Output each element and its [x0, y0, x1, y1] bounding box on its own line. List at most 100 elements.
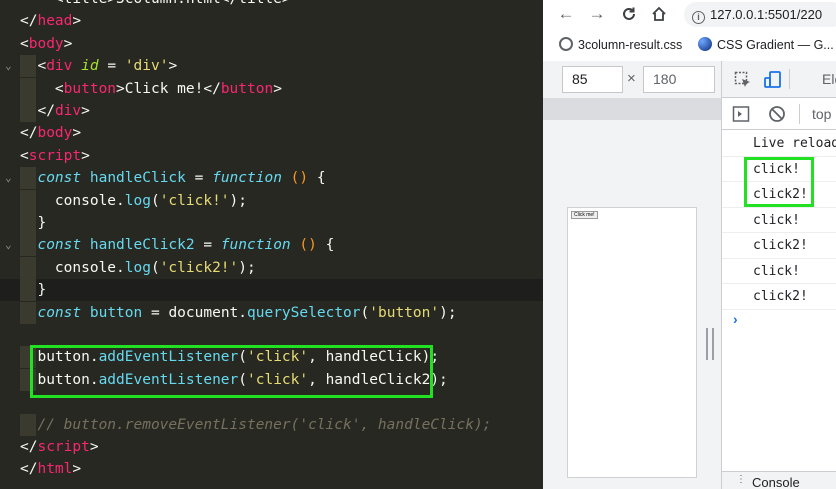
- code-line[interactable]: </script>: [0, 436, 543, 458]
- code-line[interactable]: </div>: [0, 100, 543, 122]
- code-token: head: [37, 13, 73, 30]
- code-text: const button = document.querySelector('b…: [20, 302, 456, 324]
- bookmarks-bar: 3column-result.css CSS Gradient — G...: [543, 29, 836, 61]
- code-token: log: [124, 259, 151, 276]
- code-line[interactable]: <button>Click me!</button>: [0, 77, 543, 100]
- code-token: >: [89, 439, 99, 455]
- device-toolbar-icon[interactable]: [763, 70, 783, 90]
- click-me-button[interactable]: Click me!: [571, 211, 598, 219]
- reload-icon: [623, 7, 635, 20]
- code-token: =: [194, 237, 221, 254]
- drawer-tab-console[interactable]: Console: [752, 475, 800, 489]
- code-text: console.log('click!');: [20, 190, 247, 212]
- code-token: </: [20, 461, 38, 478]
- code-token: button: [220, 80, 274, 97]
- context-selector[interactable]: top: [812, 106, 831, 122]
- fold-chevron-icon[interactable]: ⌄: [5, 167, 12, 189]
- console-toolbar: top: [722, 98, 836, 130]
- media-query-ruler[interactable]: [543, 98, 721, 120]
- code-token: Click me!: [124, 80, 204, 97]
- code-line[interactable]: <script>: [0, 145, 543, 167]
- code-line[interactable]: [0, 324, 543, 346]
- code-token: const: [37, 304, 82, 321]
- sidebar-toggle-icon[interactable]: [732, 105, 750, 123]
- code-token: >: [168, 58, 178, 75]
- code-text: }: [20, 212, 46, 234]
- code-token: 'div': [124, 58, 169, 75]
- fold-chevron-icon[interactable]: ⌄: [5, 234, 12, 256]
- code-line[interactable]: }: [0, 212, 543, 234]
- code-token: <: [54, 80, 64, 97]
- code-text: <button>Click me!</button>: [20, 78, 282, 100]
- toolbar-divider: [799, 104, 800, 124]
- device-width-input[interactable]: 85: [562, 66, 623, 93]
- code-token: }: [20, 282, 47, 299]
- bookmark-3column-result[interactable]: 3column-result.css: [559, 37, 682, 52]
- info-icon[interactable]: i: [692, 11, 705, 24]
- address-bar[interactable]: i 127.0.0.1:5501/220: [684, 2, 836, 27]
- bookmark-label: 3column-result.css: [578, 38, 683, 52]
- code-token: html: [37, 461, 73, 478]
- code-line[interactable]: console.log('click2!');: [0, 256, 543, 279]
- console-message: click2!: [722, 284, 836, 310]
- code-token: <: [20, 35, 29, 52]
- code-line[interactable]: </head>: [0, 10, 543, 32]
- code-token: querySelector: [247, 304, 361, 321]
- forward-button[interactable]: →: [586, 3, 608, 25]
- code-token: );: [229, 192, 248, 209]
- home-button[interactable]: [648, 3, 670, 25]
- console-message-info: Live reload enabled.: [722, 131, 836, 157]
- code-token: }: [20, 215, 47, 231]
- code-editor[interactable]: <title>3column.html</title></head><body>…: [0, 0, 543, 489]
- drawer-menu-icon[interactable]: ⋮: [736, 474, 746, 485]
- clear-console-icon[interactable]: [768, 105, 786, 123]
- code-token: </: [37, 103, 55, 119]
- home-icon: [652, 6, 666, 21]
- code-token: 'click2!': [159, 259, 239, 276]
- code-line[interactable]: console.log('click!');: [0, 189, 543, 212]
- code-line[interactable]: </body>: [0, 122, 543, 144]
- code-token: const: [37, 237, 82, 254]
- code-token: </: [20, 13, 38, 30]
- back-button[interactable]: ←: [555, 3, 577, 25]
- code-token: const: [37, 170, 82, 187]
- device-height-input[interactable]: 180: [643, 66, 715, 93]
- devtools-panel: Ele top Live reload enabled.click!click2…: [721, 61, 836, 489]
- console-prompt-icon[interactable]: ›: [733, 311, 738, 327]
- code-token: div: [46, 58, 73, 75]
- code-text: <div id = 'div'>: [20, 55, 177, 77]
- globe-icon: [559, 37, 573, 51]
- code-line[interactable]: // button.removeEventListener('click', h…: [0, 413, 543, 436]
- code-token: (): [290, 170, 309, 187]
- code-text: </div>: [20, 100, 89, 122]
- code-line[interactable]: ⌄ <div id = 'div'>: [0, 55, 543, 78]
- arrow-right-icon: →: [588, 4, 606, 23]
- fold-chevron-icon[interactable]: ⌄: [5, 55, 12, 77]
- code-line[interactable]: ⌄ const handleClick2 = function () {: [0, 234, 543, 257]
- code-line[interactable]: <title>3column.html</title>: [0, 0, 543, 10]
- code-text: </body>: [20, 122, 81, 144]
- reload-button[interactable]: [618, 3, 640, 25]
- code-token: 'button': [369, 304, 440, 321]
- code-token: =: [185, 170, 213, 187]
- code-token: // button.removeEventListener('click', h…: [20, 416, 492, 433]
- tab-elements[interactable]: Ele: [822, 71, 836, 87]
- code-line[interactable]: }: [0, 279, 543, 302]
- inspect-element-icon[interactable]: [734, 71, 752, 89]
- code-token: function: [220, 237, 291, 254]
- viewport-resize-handle[interactable]: [706, 328, 714, 360]
- devtools-drawer: ⋮ Console: [722, 471, 836, 489]
- code-token: <: [37, 58, 47, 75]
- code-token: (): [299, 237, 317, 254]
- code-line[interactable]: ⌄ const handleClick = function () {: [0, 167, 543, 190]
- bookmark-css-gradient[interactable]: CSS Gradient — G...: [698, 37, 834, 52]
- code-line[interactable]: const button = document.querySelector('b…: [0, 301, 543, 324]
- code-line[interactable]: <body>: [0, 33, 543, 55]
- code-line[interactable]: </html>: [0, 458, 543, 480]
- code-token: >: [72, 125, 82, 142]
